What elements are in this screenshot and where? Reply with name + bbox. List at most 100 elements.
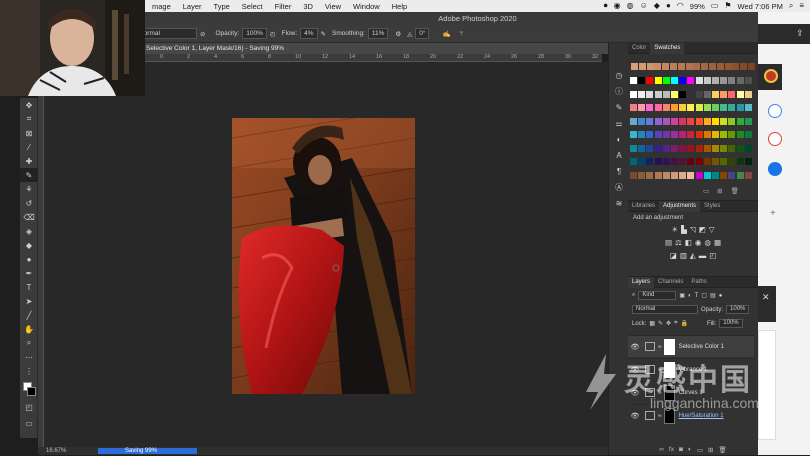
swatch[interactable] (662, 171, 670, 179)
menu-clock[interactable]: Wed 7:06 PM (738, 2, 783, 11)
frame-tool-icon[interactable]: ⊠ (20, 126, 38, 140)
swatch[interactable] (703, 104, 711, 111)
swatch[interactable] (654, 171, 662, 179)
posterize-icon[interactable]: ▧ (680, 251, 687, 260)
layer-blend-mode[interactable]: Normal (632, 305, 698, 314)
filter-pixel-icon[interactable]: ▣ (679, 292, 685, 299)
swatch[interactable] (695, 131, 703, 138)
layer-opacity-field[interactable]: 100% (726, 305, 750, 314)
smoothing-field[interactable]: 11% (367, 28, 389, 39)
healing-brush-tool-icon[interactable]: ✚ (20, 154, 38, 168)
lock-transparent-icon[interactable]: ▦ (649, 320, 655, 327)
spotlight-search-icon[interactable]: ⌕ (789, 0, 793, 12)
path-selection-tool-icon[interactable]: ➤ (20, 294, 38, 308)
swatch[interactable] (728, 158, 736, 165)
new-swatch-icon[interactable]: ⊞ (717, 187, 722, 195)
crop-tool-icon[interactable]: ⌗ (20, 112, 38, 126)
swatch[interactable] (712, 104, 719, 111)
edit-toolbar-icon[interactable]: ⋮ (20, 364, 38, 378)
eraser-tool-icon[interactable]: ⌫ (20, 210, 38, 224)
swatch[interactable] (654, 77, 662, 84)
airbrush-icon[interactable]: ✎ (321, 30, 326, 38)
invert-icon[interactable]: ◪ (670, 251, 677, 260)
fill-field[interactable]: 100% (719, 319, 743, 328)
brush-pressure-icon[interactable]: ⊘ (200, 30, 205, 38)
recent-swatch[interactable] (740, 63, 748, 70)
move-tool-icon[interactable]: ✥ (20, 98, 38, 112)
swatch[interactable] (687, 77, 695, 84)
swatch[interactable] (687, 131, 695, 138)
swatch[interactable] (728, 171, 736, 179)
visibility-eye-icon[interactable]: 👁 (628, 343, 642, 351)
character-panel-icon[interactable]: A (609, 147, 629, 163)
swatch[interactable] (638, 117, 646, 125)
color-lookup-icon[interactable]: ▦ (714, 238, 721, 247)
zoom-level[interactable]: 16.67% (46, 447, 66, 455)
swatch[interactable] (654, 131, 662, 138)
swatch[interactable] (646, 171, 654, 179)
menu-select[interactable]: Select (236, 2, 269, 11)
tab-adjustments[interactable]: Adjustments (659, 200, 701, 212)
canvas-area[interactable] (44, 62, 608, 447)
brightness-contrast-icon[interactable]: ☀ (671, 225, 678, 234)
swatch[interactable] (695, 90, 703, 98)
wifi-icon[interactable]: ◠ (677, 0, 684, 12)
swatch[interactable] (744, 117, 752, 125)
swatch[interactable] (720, 131, 728, 138)
swatch[interactable] (630, 131, 637, 138)
swatch[interactable] (646, 158, 654, 165)
layer-name[interactable]: Selective Color 1 (679, 344, 724, 350)
swatch[interactable] (638, 77, 646, 84)
swatch[interactable] (646, 104, 654, 111)
channels-dock-icon[interactable]: ≋ (609, 195, 629, 211)
swatch[interactable] (630, 171, 637, 179)
swatch[interactable] (638, 171, 646, 179)
swatch[interactable] (728, 117, 736, 125)
menu-type[interactable]: Type (208, 2, 236, 11)
swatch[interactable] (703, 117, 711, 125)
swatch[interactable] (736, 77, 744, 84)
swatch[interactable] (703, 90, 711, 98)
recent-swatch[interactable] (670, 63, 677, 70)
swatch[interactable] (671, 158, 678, 165)
recent-swatch[interactable] (662, 63, 670, 70)
swatch[interactable] (671, 144, 678, 152)
smoothing-settings-icon[interactable]: ⚙ (395, 30, 401, 38)
photo-filter-icon[interactable]: ◉ (695, 238, 702, 247)
vibrance-icon[interactable]: ▽ (709, 225, 715, 234)
angle-field[interactable]: 0° (415, 28, 430, 39)
background-color-swatch[interactable] (27, 387, 36, 396)
swatch[interactable] (646, 117, 654, 125)
tasks-app-icon[interactable] (768, 162, 782, 176)
swatch[interactable] (703, 131, 711, 138)
swatch[interactable] (712, 77, 719, 84)
paint-bucket-tool-icon[interactable]: ◈ (20, 224, 38, 238)
line-tool-icon[interactable]: ╱ (20, 308, 38, 322)
new-group-icon[interactable]: ▭ (703, 187, 709, 195)
swatch[interactable] (654, 90, 662, 98)
recent-swatch[interactable] (748, 63, 755, 70)
type-tool-icon[interactable]: T (20, 280, 38, 294)
swatch[interactable] (671, 104, 678, 111)
menu-help[interactable]: Help (386, 2, 413, 11)
color-balance-icon[interactable]: ⚖ (675, 238, 682, 247)
symmetry-icon[interactable]: ⚚ (459, 30, 465, 38)
gmail-app-icon[interactable] (768, 132, 782, 146)
visibility-eye-icon[interactable]: 👁 (628, 412, 642, 420)
swatch[interactable] (646, 144, 654, 152)
swatch[interactable] (662, 158, 670, 165)
recent-swatch[interactable] (732, 63, 740, 70)
brush-tool-icon[interactable]: ✎ (20, 168, 38, 182)
pen-tool-icon[interactable]: ✒ (20, 266, 38, 280)
swatch[interactable] (712, 90, 719, 98)
swatch[interactable] (712, 117, 719, 125)
brush-settings-icon[interactable]: ✎ (609, 99, 629, 115)
selective-color-icon[interactable]: ◰ (709, 251, 716, 260)
swatch[interactable] (630, 104, 637, 111)
swatch[interactable] (695, 77, 703, 84)
layer-row[interactable]: 👁 ∞ Hue/Saturation 1 (628, 404, 754, 426)
tab-color[interactable]: Color (628, 43, 650, 54)
recent-swatch[interactable] (631, 63, 638, 70)
recent-swatch[interactable] (638, 63, 646, 70)
recent-swatch[interactable] (654, 63, 662, 70)
